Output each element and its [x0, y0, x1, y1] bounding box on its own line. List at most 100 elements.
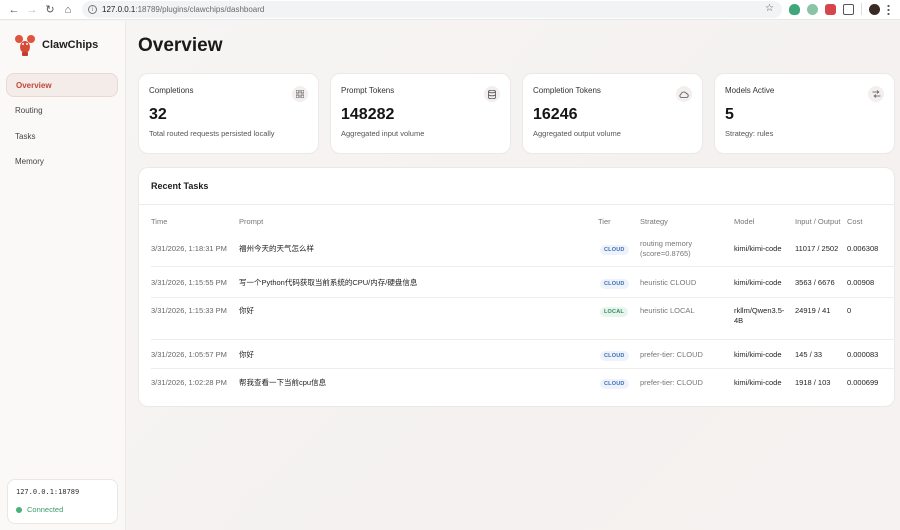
column-header-model: Model — [734, 217, 755, 226]
toolbar-divider — [861, 3, 862, 15]
main-content: Overview Completions 32 Total routed req… — [127, 21, 900, 530]
circle-extension-icon[interactable] — [807, 3, 818, 15]
stat-desc: Aggregated output volume — [533, 129, 621, 138]
forward-icon[interactable]: → — [24, 2, 40, 18]
row-divider — [151, 266, 895, 267]
address-bar[interactable]: i 127.0.0.1:18789/plugins/clawchips/dash… — [82, 1, 782, 18]
recent-tasks-title: Recent Tasks — [151, 181, 209, 191]
task-model: kimi/kimi-code — [734, 350, 782, 359]
connection-card: 127.0.0.1:18789 Connected — [7, 479, 118, 524]
reload-icon[interactable]: ↻ — [42, 2, 58, 18]
task-cost: 0.00908 — [847, 278, 875, 287]
stat-card-completion-tokens: Completion Tokens 16246 Aggregated outpu… — [522, 73, 703, 154]
task-time: 3/31/2026, 1:15:33 PM — [151, 306, 227, 315]
tier-badge: CLOUD — [600, 279, 629, 289]
task-prompt: 帮我查看一下当前cpu信息 — [239, 378, 327, 387]
task-strategy: prefer-tier: CLOUD — [640, 378, 703, 387]
column-header-io: Input / Output — [795, 217, 841, 226]
stat-desc: Strategy: rules — [725, 129, 774, 138]
stat-label: Models Active — [725, 86, 775, 95]
row-divider — [151, 339, 895, 340]
task-time: 3/31/2026, 1:15:55 PM — [151, 278, 227, 287]
task-io: 1918 / 103 — [795, 378, 831, 387]
task-time: 3/31/2026, 1:18:31 PM — [151, 244, 227, 253]
stat-value: 16246 — [533, 106, 578, 123]
back-icon[interactable]: ← — [6, 2, 22, 18]
nav-list: Overview Routing Tasks Memory — [6, 73, 118, 175]
task-time: 3/31/2026, 1:02:28 PM — [151, 378, 227, 387]
stat-label: Prompt Tokens — [341, 86, 395, 95]
red-extension-icon[interactable] — [825, 3, 836, 15]
task-prompt: 你好 — [239, 350, 254, 359]
task-cost: 0.000699 — [847, 378, 879, 387]
task-model: kimi/kimi-code — [734, 378, 782, 387]
stat-desc: Total routed requests persisted locally — [149, 129, 275, 138]
tier-badge: CLOUD — [600, 351, 629, 361]
task-io: 11017 / 2502 — [795, 244, 839, 253]
stat-value: 5 — [725, 106, 734, 123]
task-io: 145 / 33 — [795, 350, 823, 359]
column-header-time: Time — [151, 217, 168, 226]
nav-item-tasks[interactable]: Tasks — [6, 124, 118, 148]
url-path: :18789/plugins/clawchips/dashboard — [135, 5, 265, 14]
sidebar: ClawChips Overview Routing Tasks Memory … — [0, 21, 126, 530]
connection-host: 127.0.0.1:18789 — [16, 488, 80, 496]
browser-menu-icon[interactable] — [887, 3, 890, 15]
stat-card-prompt-tokens: Prompt Tokens 148282 Aggregated input vo… — [330, 73, 511, 154]
task-prompt: 写一个Python代码获取当前系统的CPU/内存/硬盘信息 — [239, 278, 418, 287]
task-strategy: heuristic CLOUD — [640, 278, 697, 287]
shuffle-icon — [868, 86, 884, 102]
row-divider — [151, 297, 895, 298]
task-strategy: routing memory (score=0.8765) — [640, 239, 693, 258]
profile-avatar[interactable] — [869, 3, 880, 15]
page-title: Overview — [138, 35, 223, 56]
site-info-icon[interactable]: i — [88, 5, 97, 14]
stat-card-completions: Completions 32 Total routed requests per… — [138, 73, 319, 154]
tier-badge: LOCAL — [600, 307, 628, 317]
task-cost: 0.000083 — [847, 350, 879, 359]
task-cost: 0.006308 — [847, 244, 879, 253]
task-prompt: 福州今天的天气怎么样 — [239, 244, 314, 253]
row-divider — [151, 368, 895, 369]
column-header-cost: Cost — [847, 217, 863, 226]
stat-value: 32 — [149, 106, 167, 123]
home-icon[interactable]: ⌂ — [60, 2, 76, 18]
column-header-strategy: Strategy — [640, 217, 668, 226]
task-model: kimi/kimi-code — [734, 244, 782, 253]
nav-item-memory[interactable]: Memory — [6, 150, 118, 174]
recent-tasks-card: Recent Tasks Time Prompt Tier Strategy M… — [138, 167, 895, 407]
grid-icon — [292, 86, 308, 102]
task-cost: 0 — [847, 306, 852, 315]
brand[interactable]: ClawChips — [14, 33, 98, 57]
divider — [139, 204, 894, 205]
column-header-tier: Tier — [598, 217, 611, 226]
stat-desc: Aggregated input volume — [341, 129, 425, 138]
nav-item-overview[interactable]: Overview — [6, 73, 118, 97]
task-model: rkllm/Qwen3.5-4B — [734, 306, 785, 325]
task-strategy: heuristic LOCAL — [640, 306, 695, 315]
extensions-puzzle-icon[interactable] — [843, 3, 854, 15]
lobster-logo-icon — [15, 35, 35, 56]
stat-label: Completion Tokens — [533, 86, 601, 95]
tier-badge: CLOUD — [600, 379, 629, 389]
status-dot-icon — [16, 506, 22, 513]
url-host: 127.0.0.1 — [102, 5, 136, 14]
task-prompt: 你好 — [239, 306, 254, 315]
tier-badge: CLOUD — [600, 245, 629, 255]
brand-name: ClawChips — [42, 39, 99, 51]
task-io: 3563 / 6676 — [795, 278, 835, 287]
task-io: 24919 / 41 — [795, 306, 831, 315]
stat-value: 148282 — [341, 106, 395, 123]
connection-status-label: Connected — [27, 505, 64, 514]
task-strategy: prefer-tier: CLOUD — [640, 350, 703, 359]
task-model: kimi/kimi-code — [734, 278, 782, 287]
shield-extension-icon[interactable] — [789, 3, 800, 15]
database-icon — [484, 86, 500, 102]
column-header-prompt: Prompt — [239, 217, 264, 226]
stat-card-models-active: Models Active 5 Strategy: rules — [714, 73, 895, 154]
nav-item-routing[interactable]: Routing — [6, 99, 118, 123]
bookmark-star-icon[interactable]: ☆ — [765, 3, 774, 14]
browser-toolbar: ← → ↻ ⌂ i 127.0.0.1:18789/plugins/clawch… — [0, 0, 900, 20]
connection-status: Connected — [16, 505, 109, 514]
task-time: 3/31/2026, 1:05:57 PM — [151, 350, 227, 359]
